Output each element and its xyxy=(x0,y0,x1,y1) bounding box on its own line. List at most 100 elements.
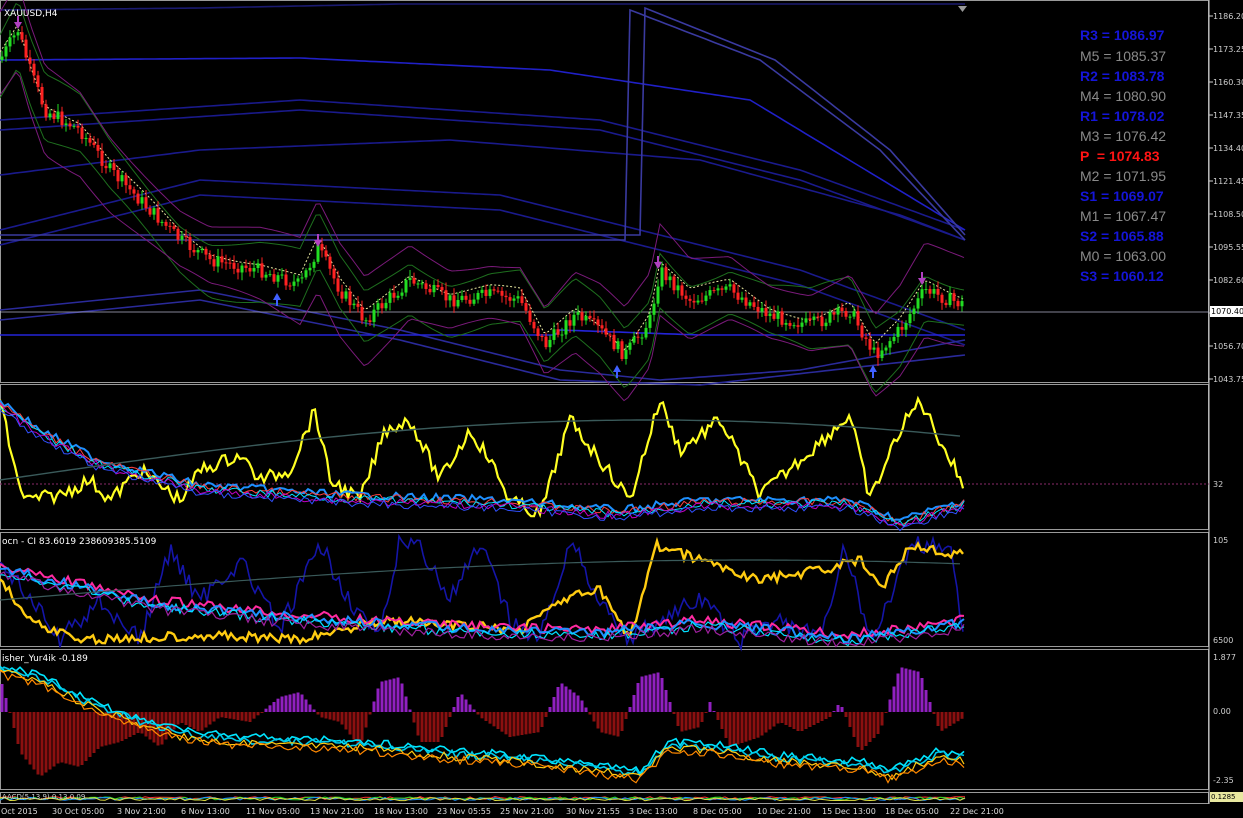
candle-body xyxy=(564,320,568,335)
candle-body xyxy=(836,307,840,315)
candle-body xyxy=(428,288,432,293)
histogram-bar xyxy=(640,676,644,712)
histogram-bar xyxy=(340,712,344,725)
histogram-bar xyxy=(900,667,904,712)
histogram-bar xyxy=(216,712,220,719)
histogram-bar xyxy=(56,712,60,764)
candle-body xyxy=(168,225,172,227)
time-tick: 25 Nov 21:00 xyxy=(500,807,554,816)
histogram-bar xyxy=(252,712,256,719)
histogram-bar xyxy=(676,712,680,726)
histogram-bar xyxy=(12,712,16,728)
candle-body xyxy=(44,104,48,118)
price-tick: 1160.30 xyxy=(1213,78,1243,87)
band-line xyxy=(0,3,965,11)
histogram-bar xyxy=(428,712,432,742)
histogram-bar xyxy=(696,712,700,728)
pivot-r3-label: R3 = 1086.97 xyxy=(1080,27,1165,43)
histogram-bar xyxy=(552,697,556,712)
histogram-bar xyxy=(40,712,44,776)
histogram-bar xyxy=(536,712,540,733)
candle-body xyxy=(832,312,836,315)
histogram-bar xyxy=(8,712,12,713)
histogram-bar xyxy=(408,709,412,712)
histogram-bar xyxy=(516,712,520,736)
histogram-bar xyxy=(64,712,68,764)
candle-body xyxy=(400,292,404,296)
candle-body xyxy=(708,290,712,296)
candle-body xyxy=(416,283,420,285)
candle-body xyxy=(248,267,252,272)
candle-body xyxy=(4,46,8,57)
chart-shift-marker[interactable] xyxy=(958,6,967,12)
histogram-bar xyxy=(668,702,672,712)
histogram-bar xyxy=(724,712,728,738)
fractal-arrow xyxy=(273,293,281,300)
candle-body xyxy=(588,315,592,319)
candle-body xyxy=(520,296,524,304)
histogram-bar xyxy=(48,712,52,770)
histogram-bar xyxy=(524,712,528,735)
histogram-bar xyxy=(88,712,92,757)
candle-body xyxy=(340,291,344,299)
histogram-bar xyxy=(648,674,652,712)
histogram-bar xyxy=(32,712,36,770)
candle-body xyxy=(824,322,828,327)
indicator-3-max: 1.877 xyxy=(1213,653,1236,662)
candle-body xyxy=(804,318,808,323)
candle-body xyxy=(924,289,928,291)
candle-body xyxy=(652,303,656,315)
candle-body xyxy=(956,300,960,307)
histogram-bar xyxy=(148,712,152,740)
histogram-bar xyxy=(96,712,100,749)
histogram-bar xyxy=(788,712,792,727)
histogram-bar xyxy=(748,712,752,741)
histogram-bar xyxy=(280,696,284,712)
pivot-m4-label: M4 = 1080.90 xyxy=(1080,88,1167,104)
candle-body xyxy=(844,310,848,317)
histogram-bar xyxy=(72,712,76,766)
candle-body xyxy=(100,150,104,166)
histogram-bar xyxy=(212,712,216,722)
candle-body xyxy=(336,278,340,292)
histogram-bar xyxy=(584,707,588,712)
histogram-bar xyxy=(500,712,504,732)
time-tick: 18 Nov 13:00 xyxy=(374,807,428,816)
histogram-bar xyxy=(164,712,168,740)
histogram-bar xyxy=(512,712,516,737)
candle-body xyxy=(812,316,816,320)
histogram-bar xyxy=(320,712,324,718)
candle-body xyxy=(160,221,164,223)
histogram-bar xyxy=(296,692,300,712)
histogram-bar xyxy=(716,712,720,720)
candle-body xyxy=(960,301,964,307)
chart-canvas[interactable] xyxy=(0,0,1243,818)
main-price-panel[interactable] xyxy=(0,0,1209,383)
candle-body xyxy=(792,325,796,327)
histogram-bar xyxy=(852,712,856,737)
candle-body xyxy=(944,302,948,306)
histogram-bar xyxy=(80,712,84,765)
time-tick: 6 Nov 13:00 xyxy=(181,807,230,816)
histogram-bar xyxy=(872,712,876,738)
candle-body xyxy=(52,113,56,119)
price-tick: 1056.70 xyxy=(1213,342,1243,351)
candle-body xyxy=(12,35,16,38)
bollinger-lower xyxy=(0,69,965,393)
time-tick: 8 Dec 05:00 xyxy=(693,807,742,816)
histogram-bar xyxy=(52,712,56,767)
candle-body xyxy=(136,193,140,204)
candle-body xyxy=(776,311,780,319)
histogram-bar xyxy=(656,672,660,712)
candle-body xyxy=(648,314,652,328)
histogram-bar xyxy=(756,712,760,738)
histogram-bar xyxy=(768,712,772,730)
candle-body xyxy=(604,328,608,335)
histogram-bar xyxy=(896,673,900,712)
candle-body xyxy=(516,296,520,299)
candle-body xyxy=(328,256,332,269)
histogram-bar xyxy=(400,683,404,712)
histogram-bar xyxy=(440,712,444,737)
histogram-bar xyxy=(448,712,452,717)
histogram-bar xyxy=(780,712,784,723)
